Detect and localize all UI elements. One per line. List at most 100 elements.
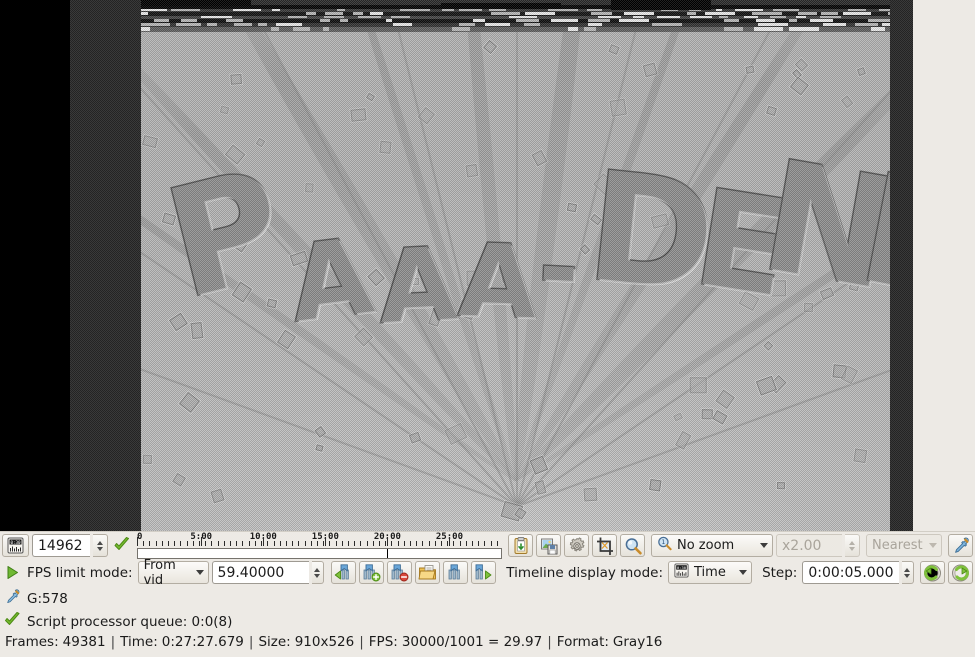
frame-number-input[interactable]: 14962	[32, 534, 90, 557]
confetti-piece	[716, 389, 736, 409]
save-frame-icon[interactable]	[536, 534, 561, 557]
confetti-piece	[713, 409, 729, 424]
vhs-noise-dash	[370, 12, 383, 15]
separator: |	[110, 634, 117, 651]
timecode-icon[interactable]: 0:30	[2, 534, 29, 557]
fps-value-input[interactable]: 59.40000	[212, 561, 309, 584]
ruler-tick-minor	[137, 541, 138, 546]
vhs-noise-dash	[598, 16, 621, 18]
ruler-tick-minor	[447, 541, 448, 546]
queue-text: Script processor queue: 0:0(8)	[27, 614, 232, 631]
crop-icon[interactable]	[592, 534, 617, 557]
confetti-piece	[804, 303, 813, 313]
viewport-side-padding	[913, 0, 975, 531]
ruler-tick-minor	[410, 541, 411, 546]
chevron-down-icon	[739, 570, 747, 575]
video-viewport[interactable]: PAAA-DENNEN	[0, 0, 913, 531]
remove-bookmark-icon[interactable]	[387, 561, 412, 584]
confetti-piece	[315, 444, 323, 452]
load-bookmarks-folder-icon[interactable]	[415, 561, 440, 584]
vhs-noise-dash	[548, 9, 578, 11]
fps-stepper[interactable]	[312, 561, 325, 584]
ruler-tick-minor	[286, 541, 287, 546]
confetti-piece	[231, 74, 242, 85]
vhs-noise-dash	[459, 23, 475, 26]
confetti-piece	[501, 273, 512, 283]
zoom-factor-stepper	[845, 534, 860, 557]
settings-gear-icon[interactable]	[564, 534, 589, 557]
vhs-noise-dash	[879, 9, 890, 11]
step-input[interactable]: 0:00:05.000	[802, 561, 898, 584]
timecode-icon: 0:30	[674, 563, 689, 582]
timeline-track[interactable]	[137, 548, 502, 559]
vhs-noise-dash	[171, 9, 200, 11]
pixel-value: G:578	[27, 591, 68, 608]
ruler-tick	[263, 537, 264, 546]
play-button[interactable]	[2, 561, 22, 584]
vhs-noise-dash	[293, 27, 310, 31]
confetti-piece	[546, 268, 551, 275]
chevron-down-icon	[760, 543, 768, 548]
ruler-tick-minor	[404, 541, 405, 546]
magnifier-icon[interactable]	[620, 534, 645, 557]
confetti-piece	[650, 479, 662, 491]
bookmark-list-icon[interactable]	[443, 561, 468, 584]
eyedropper-icon[interactable]	[948, 534, 973, 557]
ruler-tick-minor	[298, 541, 299, 546]
ruler-tick-minor	[230, 541, 231, 546]
ruler-tick-minor	[193, 541, 194, 546]
next-bookmark-icon[interactable]	[471, 561, 496, 584]
step-forward-icon[interactable]	[948, 561, 973, 584]
copy-frame-icon[interactable]	[508, 534, 533, 557]
timeline-mode-value: Time	[694, 565, 726, 580]
confetti-piece	[609, 98, 627, 116]
zoom-mode-value: No zoom	[677, 538, 734, 553]
ruler-tick-minor	[354, 541, 355, 546]
step-backward-icon[interactable]	[920, 561, 945, 584]
zoom-factor-value: x2.00	[782, 538, 821, 554]
vhs-noise-dash	[798, 12, 817, 15]
timeline-mode-dropdown[interactable]: 0:30 Time	[668, 561, 752, 584]
confetti-piece	[267, 298, 277, 308]
zoom-mode-icon: 1	[657, 536, 672, 555]
confetti-piece	[567, 203, 577, 213]
frames-label: Frames:	[5, 634, 59, 651]
confetti-piece	[819, 287, 834, 300]
confetti-piece	[690, 378, 707, 394]
vhs-noise-dash	[770, 16, 786, 18]
vhs-noise-dash	[619, 19, 649, 22]
confetti-piece	[790, 76, 809, 95]
zoom-mode-dropdown[interactable]: 1 No zoom	[651, 534, 773, 557]
vhs-noise-dash	[633, 16, 644, 18]
vhs-noise-dash	[687, 12, 696, 15]
frame-number-stepper[interactable]	[93, 534, 108, 557]
previous-bookmark-icon[interactable]	[331, 561, 356, 584]
letterbox-right-dither	[890, 0, 913, 531]
vhs-noise-dash	[584, 27, 596, 31]
vhs-noise-dash	[491, 12, 520, 15]
chevron-down-icon	[929, 543, 937, 548]
vhs-noise-dash	[176, 23, 201, 26]
ruler-tick-minor	[323, 541, 324, 546]
ruler-tick-minor	[162, 541, 163, 546]
confetti-piece	[739, 291, 760, 311]
confetti-piece	[305, 183, 313, 193]
vhs-noise-dash	[141, 23, 170, 26]
vhs-noise-dash	[320, 19, 330, 22]
timeline-ruler[interactable]: 05:0010:0015:0020:0025:00	[137, 533, 502, 558]
vhs-noise-dash	[340, 19, 348, 22]
vhs-noise-dash	[489, 9, 506, 11]
fps-limit-dropdown[interactable]: From vid	[138, 561, 209, 584]
sunburst-outline	[516, 0, 518, 506]
interpolation-value: Nearest	[872, 538, 923, 553]
step-stepper[interactable]	[902, 561, 915, 584]
status-info-line: Frames: 49381 | Time: 0:27:27.679 | Size…	[4, 634, 971, 651]
ruler-tick-minor	[274, 541, 275, 546]
ruler-tick	[201, 537, 202, 546]
confetti-piece	[483, 40, 497, 54]
ruler-tick-minor	[385, 541, 386, 546]
ruler-tick-minor	[329, 541, 330, 546]
ruler-tick-minor	[367, 541, 368, 546]
svg-text:1: 1	[661, 539, 665, 546]
add-bookmark-icon[interactable]	[359, 561, 384, 584]
